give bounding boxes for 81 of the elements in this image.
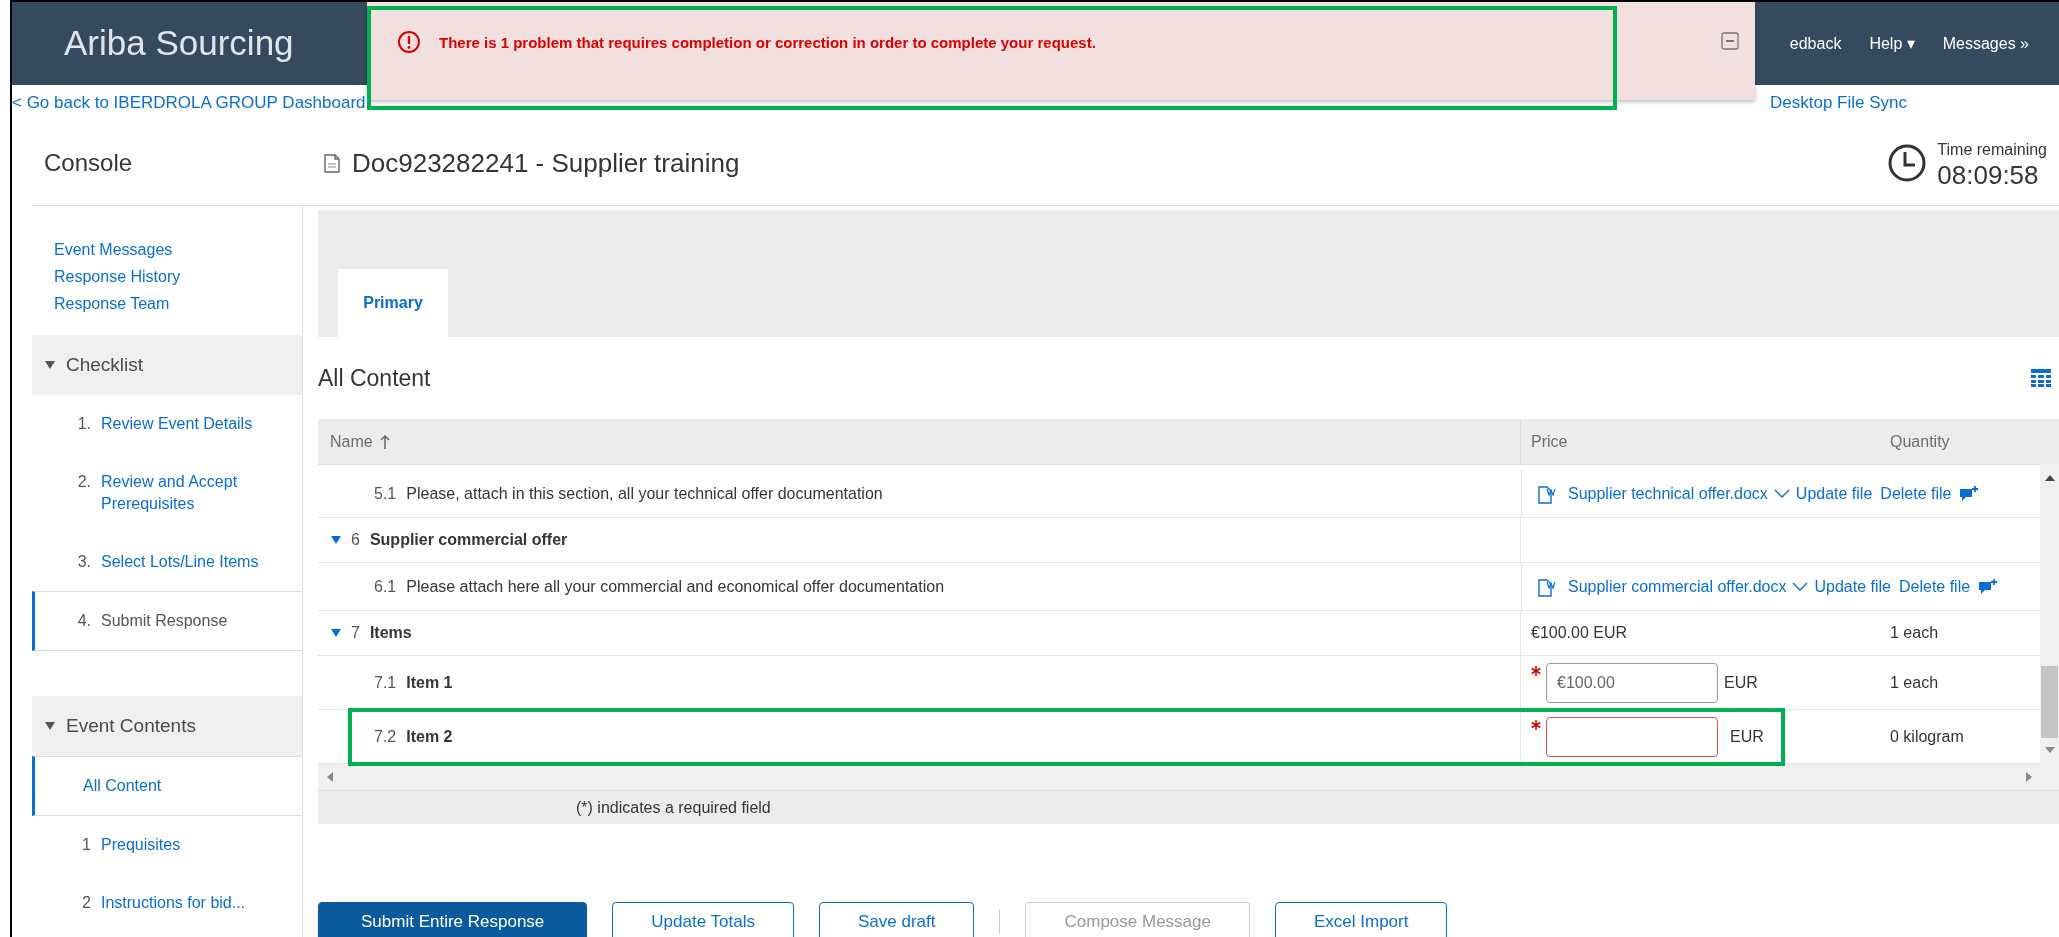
- item-number: 7: [351, 623, 360, 643]
- item-name: Items: [369, 623, 412, 643]
- timer-label: Time remaining: [1937, 140, 2047, 160]
- item-number: 7.1: [374, 672, 397, 693]
- table-settings-icon[interactable]: [2031, 369, 2051, 387]
- expand-triangle-icon[interactable]: [44, 360, 56, 370]
- currency-label: EUR: [1724, 672, 1758, 693]
- content-title: All Content: [318, 363, 432, 393]
- chevron-down-icon[interactable]: [1773, 488, 1790, 499]
- chevron-down-icon[interactable]: [1792, 581, 1809, 592]
- file-action-link[interactable]: Update file: [1814, 574, 1891, 599]
- add-comment-icon[interactable]: [1959, 484, 1980, 503]
- action-button[interactable]: Submit Entire Response: [318, 902, 588, 937]
- item-name: Item 1: [406, 672, 453, 693]
- header-link[interactable]: Messages »: [1942, 31, 2029, 56]
- quantity-text: 1 each: [1890, 624, 1939, 641]
- sidebar-item[interactable]: 1. Review Event Details: [32, 395, 302, 453]
- expand-triangle-icon[interactable]: [330, 628, 342, 638]
- item-number: 5.1: [374, 483, 397, 504]
- sidebar-link[interactable]: Response History: [54, 263, 302, 290]
- file-action-link[interactable]: Update file: [1795, 481, 1873, 506]
- sidebar-item[interactable]: 2 Instructions for bid...: [32, 874, 302, 932]
- section-header[interactable]: Checklist: [32, 335, 302, 395]
- expand-triangle-icon[interactable]: [44, 721, 56, 731]
- header-link[interactable]: edback: [1789, 31, 1842, 56]
- scroll-right-icon[interactable]: [2025, 771, 2033, 783]
- column-header[interactable]: Name: [330, 429, 390, 454]
- scroll-left-icon[interactable]: [326, 771, 334, 783]
- section-title: Event Contents: [66, 713, 196, 738]
- document-icon: [322, 152, 342, 174]
- item-name: Item 2: [406, 726, 453, 747]
- price-field[interactable]: €100.00: [1546, 662, 1718, 703]
- sidebar-link[interactable]: Event Messages: [54, 236, 302, 263]
- item-number: 6.1: [374, 576, 397, 597]
- app-title: Ariba Sourcing: [64, 22, 294, 65]
- sidebar-item[interactable]: 3. Select Lots/Line Items: [32, 533, 302, 591]
- section-title: Checklist: [66, 352, 144, 377]
- add-comment-icon[interactable]: [1978, 577, 1999, 596]
- action-button[interactable]: Update Totals: [612, 902, 794, 937]
- item-name: Please attach here all your commercial and economical offer documentation: [406, 576, 945, 597]
- section-header[interactable]: Event Contents: [32, 696, 302, 756]
- sidebar-item[interactable]: 4. Submit Response: [32, 591, 302, 651]
- sidebar-item[interactable]: All Content: [32, 756, 302, 816]
- column-header[interactable]: Quantity: [1890, 429, 1950, 454]
- tab[interactable]: Primary: [338, 269, 448, 337]
- scroll-down-icon[interactable]: [2043, 746, 2056, 754]
- file-action-link[interactable]: Delete file: [1898, 574, 1971, 599]
- sidebar-item[interactable]: 1 Prequisites: [32, 816, 302, 874]
- clock-icon: [1887, 143, 1928, 183]
- header-link[interactable]: Help ▾: [1869, 31, 1915, 56]
- error-message: There is 1 problem that requires completion or correction in order to complete your request.: [439, 33, 1096, 53]
- file-link[interactable]: Supplier technical offer.docx: [1568, 481, 1768, 506]
- file-action-link[interactable]: Delete file: [1880, 481, 1952, 506]
- minimize-icon[interactable]: [1721, 32, 1739, 50]
- scroll-up-icon[interactable]: [2043, 474, 2056, 482]
- quantity-text: 1 each: [1890, 673, 1939, 691]
- item-number: 7.2: [374, 726, 397, 747]
- price-field[interactable]: [1546, 716, 1718, 757]
- file-link[interactable]: Supplier commercial offer.docx: [1568, 574, 1787, 599]
- sidebar-item[interactable]: 2. Review and Accept Prerequisites: [32, 453, 302, 533]
- action-button[interactable]: Save draft: [819, 902, 975, 937]
- vertical-scrollbar[interactable]: [2040, 464, 2059, 764]
- back-link[interactable]: < Go back to IBERDROLA GROUP Dashboard: [12, 90, 366, 116]
- currency-label: EUR: [1730, 726, 1764, 747]
- required-field-note: (*) indicates a required field: [576, 797, 771, 818]
- expand-triangle-icon[interactable]: [330, 535, 342, 545]
- sidebar-link[interactable]: Response Team: [54, 290, 302, 317]
- timer-value: 08:09:58: [1937, 162, 2040, 188]
- scrollbar-thumb[interactable]: [2041, 666, 2058, 738]
- quantity-text: 0 kilogram: [1890, 727, 1964, 745]
- error-icon: [397, 30, 421, 54]
- sort-ascending-icon: [379, 434, 390, 449]
- action-button[interactable]: Excel Import: [1274, 902, 1448, 937]
- item-name: Please, attach in this section, all your technical offer documentation: [406, 483, 883, 504]
- price-text: €100.00 EUR: [1531, 623, 1628, 643]
- file-sync-link[interactable]: Desktop File Sync: [1770, 90, 1907, 116]
- item-number: 6: [351, 530, 360, 550]
- console-title: Console: [43, 148, 134, 178]
- document-title: Doc923282241 - Supplier training: [352, 146, 740, 180]
- item-name: Supplier commercial offer: [369, 530, 568, 550]
- column-header[interactable]: Price: [1531, 429, 1568, 454]
